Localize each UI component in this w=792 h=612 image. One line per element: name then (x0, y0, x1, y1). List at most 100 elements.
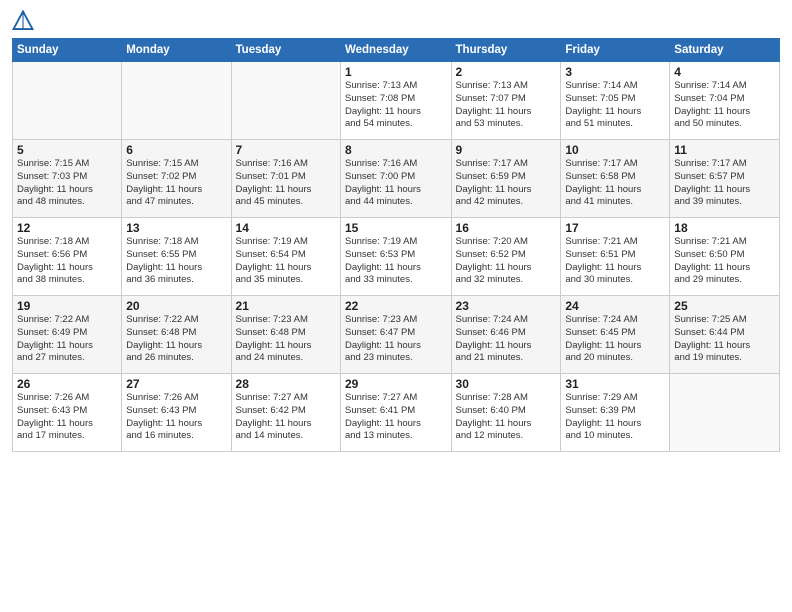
day-number: 18 (674, 221, 775, 235)
day-number: 2 (456, 65, 557, 79)
calendar-cell: 6Sunrise: 7:15 AM Sunset: 7:02 PM Daylig… (122, 140, 231, 218)
day-info: Sunrise: 7:27 AM Sunset: 6:42 PM Dayligh… (236, 392, 336, 443)
day-info: Sunrise: 7:24 AM Sunset: 6:46 PM Dayligh… (456, 314, 557, 365)
calendar-cell: 17Sunrise: 7:21 AM Sunset: 6:51 PM Dayli… (561, 218, 670, 296)
day-number: 9 (456, 143, 557, 157)
day-number: 25 (674, 299, 775, 313)
day-number: 4 (674, 65, 775, 79)
day-info: Sunrise: 7:25 AM Sunset: 6:44 PM Dayligh… (674, 314, 775, 365)
day-info: Sunrise: 7:17 AM Sunset: 6:59 PM Dayligh… (456, 158, 557, 209)
day-number: 24 (565, 299, 665, 313)
calendar-cell (13, 62, 122, 140)
day-number: 29 (345, 377, 447, 391)
calendar-cell: 21Sunrise: 7:23 AM Sunset: 6:48 PM Dayli… (231, 296, 340, 374)
weekday-header-monday: Monday (122, 39, 231, 62)
week-row-5: 26Sunrise: 7:26 AM Sunset: 6:43 PM Dayli… (13, 374, 780, 452)
day-info: Sunrise: 7:22 AM Sunset: 6:48 PM Dayligh… (126, 314, 226, 365)
week-row-2: 5Sunrise: 7:15 AM Sunset: 7:03 PM Daylig… (13, 140, 780, 218)
day-info: Sunrise: 7:15 AM Sunset: 7:03 PM Dayligh… (17, 158, 117, 209)
calendar-cell: 8Sunrise: 7:16 AM Sunset: 7:00 PM Daylig… (340, 140, 451, 218)
day-number: 17 (565, 221, 665, 235)
day-info: Sunrise: 7:21 AM Sunset: 6:51 PM Dayligh… (565, 236, 665, 287)
calendar-cell: 29Sunrise: 7:27 AM Sunset: 6:41 PM Dayli… (340, 374, 451, 452)
calendar-cell: 19Sunrise: 7:22 AM Sunset: 6:49 PM Dayli… (13, 296, 122, 374)
day-number: 30 (456, 377, 557, 391)
day-number: 6 (126, 143, 226, 157)
calendar-cell: 4Sunrise: 7:14 AM Sunset: 7:04 PM Daylig… (670, 62, 780, 140)
calendar-cell: 22Sunrise: 7:23 AM Sunset: 6:47 PM Dayli… (340, 296, 451, 374)
weekday-header-tuesday: Tuesday (231, 39, 340, 62)
calendar-cell: 15Sunrise: 7:19 AM Sunset: 6:53 PM Dayli… (340, 218, 451, 296)
day-info: Sunrise: 7:17 AM Sunset: 6:57 PM Dayligh… (674, 158, 775, 209)
calendar-cell: 5Sunrise: 7:15 AM Sunset: 7:03 PM Daylig… (13, 140, 122, 218)
day-info: Sunrise: 7:20 AM Sunset: 6:52 PM Dayligh… (456, 236, 557, 287)
calendar-cell: 7Sunrise: 7:16 AM Sunset: 7:01 PM Daylig… (231, 140, 340, 218)
calendar-cell: 18Sunrise: 7:21 AM Sunset: 6:50 PM Dayli… (670, 218, 780, 296)
weekday-header-wednesday: Wednesday (340, 39, 451, 62)
day-number: 22 (345, 299, 447, 313)
day-info: Sunrise: 7:13 AM Sunset: 7:08 PM Dayligh… (345, 80, 447, 131)
day-info: Sunrise: 7:24 AM Sunset: 6:45 PM Dayligh… (565, 314, 665, 365)
page-container: SundayMondayTuesdayWednesdayThursdayFrid… (0, 0, 792, 458)
day-number: 21 (236, 299, 336, 313)
day-info: Sunrise: 7:29 AM Sunset: 6:39 PM Dayligh… (565, 392, 665, 443)
day-number: 26 (17, 377, 117, 391)
calendar-cell: 31Sunrise: 7:29 AM Sunset: 6:39 PM Dayli… (561, 374, 670, 452)
day-number: 10 (565, 143, 665, 157)
day-info: Sunrise: 7:23 AM Sunset: 6:47 PM Dayligh… (345, 314, 447, 365)
day-info: Sunrise: 7:23 AM Sunset: 6:48 PM Dayligh… (236, 314, 336, 365)
calendar-cell (122, 62, 231, 140)
calendar-cell: 9Sunrise: 7:17 AM Sunset: 6:59 PM Daylig… (451, 140, 561, 218)
week-row-1: 1Sunrise: 7:13 AM Sunset: 7:08 PM Daylig… (13, 62, 780, 140)
day-info: Sunrise: 7:27 AM Sunset: 6:41 PM Dayligh… (345, 392, 447, 443)
day-number: 14 (236, 221, 336, 235)
logo (12, 10, 38, 32)
day-number: 15 (345, 221, 447, 235)
calendar-cell: 3Sunrise: 7:14 AM Sunset: 7:05 PM Daylig… (561, 62, 670, 140)
calendar-cell: 11Sunrise: 7:17 AM Sunset: 6:57 PM Dayli… (670, 140, 780, 218)
day-info: Sunrise: 7:28 AM Sunset: 6:40 PM Dayligh… (456, 392, 557, 443)
day-info: Sunrise: 7:15 AM Sunset: 7:02 PM Dayligh… (126, 158, 226, 209)
day-number: 12 (17, 221, 117, 235)
day-info: Sunrise: 7:14 AM Sunset: 7:05 PM Dayligh… (565, 80, 665, 131)
day-number: 28 (236, 377, 336, 391)
calendar-cell: 10Sunrise: 7:17 AM Sunset: 6:58 PM Dayli… (561, 140, 670, 218)
calendar-cell (670, 374, 780, 452)
day-number: 16 (456, 221, 557, 235)
day-number: 20 (126, 299, 226, 313)
calendar-table: SundayMondayTuesdayWednesdayThursdayFrid… (12, 38, 780, 452)
day-info: Sunrise: 7:26 AM Sunset: 6:43 PM Dayligh… (17, 392, 117, 443)
calendar-cell: 1Sunrise: 7:13 AM Sunset: 7:08 PM Daylig… (340, 62, 451, 140)
day-info: Sunrise: 7:17 AM Sunset: 6:58 PM Dayligh… (565, 158, 665, 209)
calendar-cell: 30Sunrise: 7:28 AM Sunset: 6:40 PM Dayli… (451, 374, 561, 452)
calendar-cell: 20Sunrise: 7:22 AM Sunset: 6:48 PM Dayli… (122, 296, 231, 374)
day-info: Sunrise: 7:26 AM Sunset: 6:43 PM Dayligh… (126, 392, 226, 443)
day-number: 19 (17, 299, 117, 313)
calendar-cell: 28Sunrise: 7:27 AM Sunset: 6:42 PM Dayli… (231, 374, 340, 452)
day-number: 23 (456, 299, 557, 313)
day-info: Sunrise: 7:13 AM Sunset: 7:07 PM Dayligh… (456, 80, 557, 131)
calendar-cell: 14Sunrise: 7:19 AM Sunset: 6:54 PM Dayli… (231, 218, 340, 296)
day-info: Sunrise: 7:21 AM Sunset: 6:50 PM Dayligh… (674, 236, 775, 287)
calendar-cell: 24Sunrise: 7:24 AM Sunset: 6:45 PM Dayli… (561, 296, 670, 374)
logo-icon (12, 10, 34, 32)
day-info: Sunrise: 7:19 AM Sunset: 6:54 PM Dayligh… (236, 236, 336, 287)
day-number: 31 (565, 377, 665, 391)
calendar-cell: 23Sunrise: 7:24 AM Sunset: 6:46 PM Dayli… (451, 296, 561, 374)
calendar-cell (231, 62, 340, 140)
weekday-header-saturday: Saturday (670, 39, 780, 62)
day-number: 13 (126, 221, 226, 235)
day-info: Sunrise: 7:14 AM Sunset: 7:04 PM Dayligh… (674, 80, 775, 131)
day-number: 8 (345, 143, 447, 157)
weekday-header-sunday: Sunday (13, 39, 122, 62)
day-number: 3 (565, 65, 665, 79)
day-number: 7 (236, 143, 336, 157)
day-info: Sunrise: 7:18 AM Sunset: 6:56 PM Dayligh… (17, 236, 117, 287)
header (12, 10, 780, 32)
calendar-cell: 16Sunrise: 7:20 AM Sunset: 6:52 PM Dayli… (451, 218, 561, 296)
day-info: Sunrise: 7:19 AM Sunset: 6:53 PM Dayligh… (345, 236, 447, 287)
calendar-cell: 27Sunrise: 7:26 AM Sunset: 6:43 PM Dayli… (122, 374, 231, 452)
weekday-header-thursday: Thursday (451, 39, 561, 62)
weekday-header-row: SundayMondayTuesdayWednesdayThursdayFrid… (13, 39, 780, 62)
day-number: 11 (674, 143, 775, 157)
